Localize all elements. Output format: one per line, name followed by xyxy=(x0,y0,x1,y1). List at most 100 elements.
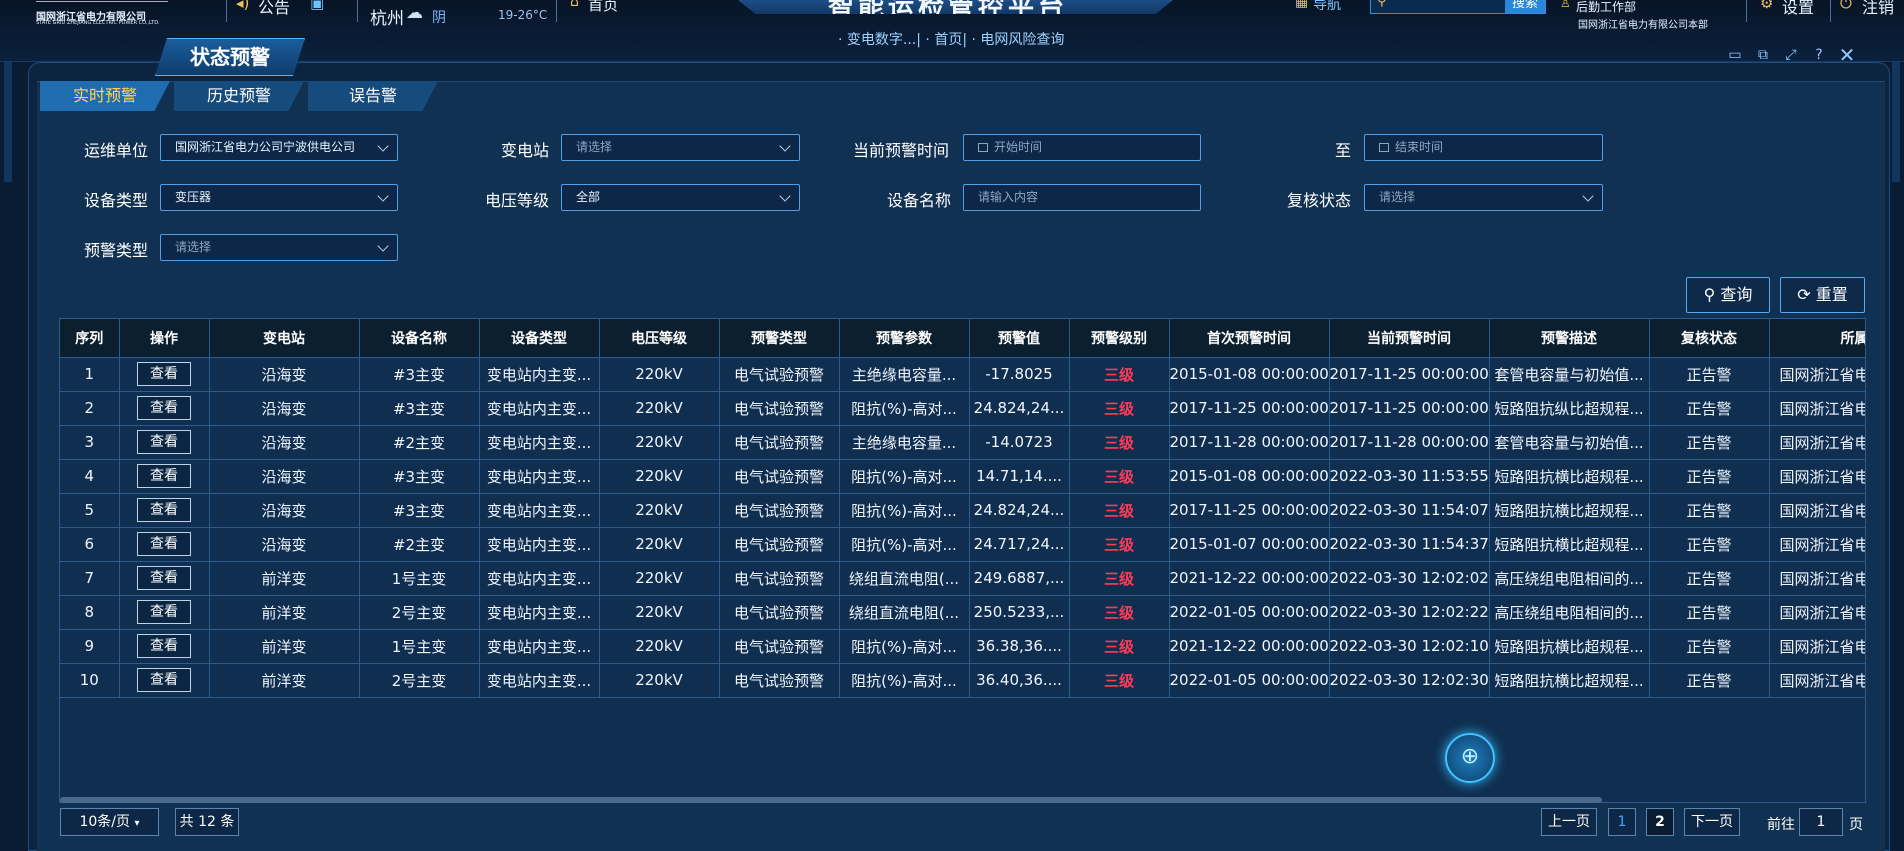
table-cell: 变电站内主变... xyxy=(479,357,600,392)
action-cell: 查看 xyxy=(119,527,210,562)
settings-link[interactable]: 设置 xyxy=(1782,0,1814,18)
home-icon[interactable]: ⌂ xyxy=(570,0,579,10)
table-cell: 主绝缘电容量... xyxy=(839,425,970,460)
unit-select[interactable]: 国网浙江省电力公司宁波供电公司 xyxy=(160,134,398,161)
table-cell: 变电站内主变... xyxy=(479,561,600,596)
view-button[interactable]: 查看 xyxy=(137,464,191,488)
row-index: 4 xyxy=(60,459,120,494)
page-1-button[interactable]: 1 xyxy=(1608,808,1636,836)
close-icon[interactable]: ✕ xyxy=(1837,45,1857,65)
view-button[interactable]: 查看 xyxy=(137,634,191,658)
view-button[interactable]: 查看 xyxy=(137,396,191,420)
alert-level: 三级 xyxy=(1069,425,1170,460)
maximize-icon[interactable]: ⤢ xyxy=(1781,46,1801,64)
table-cell: 220kV xyxy=(599,629,720,664)
table-cell: 变电站内主变... xyxy=(479,425,600,460)
table-cell: -17.8025 xyxy=(969,357,1070,392)
chevron-down-icon xyxy=(377,240,389,252)
prev-page-button[interactable]: 上一页 xyxy=(1541,808,1597,836)
power-icon[interactable]: ⏻ xyxy=(1840,0,1852,12)
table-cell: 2022-03-30 12:02:10 xyxy=(1329,629,1490,664)
start-time-input[interactable]: 开始时间 xyxy=(963,134,1201,161)
alert-level: 三级 xyxy=(1069,561,1170,596)
to-label: 至 xyxy=(1335,141,1352,160)
grid-icon[interactable]: ▦ xyxy=(1295,0,1308,10)
add-float-button[interactable]: ⊕ xyxy=(1445,733,1495,783)
alert-type-select[interactable]: 请选择 xyxy=(160,234,398,261)
chevron-down-icon xyxy=(377,190,389,202)
table-cell: 2022-03-30 12:02:30 xyxy=(1329,663,1490,698)
gear-icon[interactable]: ⚙ xyxy=(1760,0,1773,12)
goto-page-input[interactable]: 1 xyxy=(1799,808,1843,836)
nav-link[interactable]: 导航 xyxy=(1313,0,1341,14)
view-button[interactable]: 查看 xyxy=(137,362,191,386)
chevron-down-icon xyxy=(1582,190,1594,202)
divider xyxy=(1830,0,1831,22)
search-button[interactable]: 搜索 xyxy=(1505,0,1545,13)
alert-level: 三级 xyxy=(1069,527,1170,562)
horizontal-scrollbar[interactable] xyxy=(60,797,1602,803)
view-button[interactable]: 查看 xyxy=(137,566,191,590)
table-cell: 正告警 xyxy=(1649,527,1770,562)
minimize-icon[interactable]: ▭ xyxy=(1725,46,1745,64)
search-icon: ⚲ xyxy=(1703,285,1721,304)
device-name-input[interactable]: 请输入内容 xyxy=(963,184,1201,211)
table-row: 4 查看 沿海变 #3主变 变电站内主变... 220kV 电气试验预警 阻抗(%)-高对..… xyxy=(60,459,1865,494)
substation-select[interactable]: 请选择 xyxy=(561,134,800,161)
view-button[interactable]: 查看 xyxy=(137,600,191,624)
voltage-select[interactable]: 全部 xyxy=(561,184,800,211)
view-button[interactable]: 查看 xyxy=(137,498,191,522)
end-time-input[interactable]: 结束时间 xyxy=(1364,134,1603,161)
speaker-icon[interactable]: ◂) xyxy=(236,0,249,12)
action-cell: 查看 xyxy=(119,459,210,494)
module-title: 状态预警 xyxy=(155,38,305,76)
table-cell: 前洋变 xyxy=(209,595,360,630)
view-button[interactable]: 查看 xyxy=(137,668,191,692)
notice-link[interactable]: 公告 xyxy=(258,0,290,18)
restore-icon[interactable]: ⧉ xyxy=(1753,46,1773,64)
table-cell: 变电站内主变... xyxy=(479,527,600,562)
device-name-label: 设备名称 xyxy=(887,191,952,210)
table-cell: 正告警 xyxy=(1649,493,1770,528)
table-cell: 国网浙江省电 xyxy=(1769,663,1865,698)
alert-table-container[interactable]: 序列 操作 变电站 设备名称 设备类型 电压等级 预警类型 预警参数 预警值 预警级别 首次预警时间… xyxy=(59,318,1866,803)
alert-level: 三级 xyxy=(1069,391,1170,426)
page-2-button[interactable]: 2 xyxy=(1646,808,1674,836)
query-button[interactable]: ⚲ 查询 xyxy=(1686,277,1770,313)
divider xyxy=(357,0,358,22)
alert-level: 三级 xyxy=(1069,595,1170,630)
table-cell: #3主变 xyxy=(359,493,480,528)
image-icon[interactable]: ▣ xyxy=(310,0,324,12)
workbench-link[interactable]: 后勤工作部 xyxy=(1576,0,1636,15)
table-cell: 国网浙江省电 xyxy=(1769,459,1865,494)
table-cell: 国网浙江省电 xyxy=(1769,357,1865,392)
home-link[interactable]: 首页 xyxy=(588,0,618,15)
page-size-select[interactable]: 10条/页 ▾ xyxy=(60,808,159,836)
table-cell: 24.824,24... xyxy=(969,391,1070,426)
table-cell: -14.0723 xyxy=(969,425,1070,460)
table-body: 1 查看 沿海变 #3主变 变电站内主变... 220kV 电气试验预警 主绝缘电容量... -… xyxy=(60,357,1865,698)
substation-label: 变电站 xyxy=(501,141,550,160)
tab-history[interactable]: 历史预警 xyxy=(174,81,304,111)
logout-link[interactable]: 注销 xyxy=(1862,0,1894,18)
review-select[interactable]: 请选择 xyxy=(1364,184,1603,211)
table-cell: 24.824,24... xyxy=(969,493,1070,528)
view-button[interactable]: 查看 xyxy=(137,532,191,556)
table-cell: 2022-03-30 11:54:37 xyxy=(1329,527,1490,562)
table-cell: 阻抗(%)-高对... xyxy=(839,391,970,426)
device-type-select[interactable]: 变压器 xyxy=(160,184,398,211)
row-index: 10 xyxy=(60,663,120,698)
view-button[interactable]: 查看 xyxy=(137,430,191,454)
tab-false-alarm[interactable]: 误告警 xyxy=(308,81,438,111)
search-box[interactable]: ⚲ 搜索 xyxy=(1370,0,1546,14)
divider xyxy=(556,0,557,22)
row-index: 7 xyxy=(60,561,120,596)
table-cell: 阻抗(%)-高对... xyxy=(839,527,970,562)
table-cell: #3主变 xyxy=(359,357,480,392)
table-header-row: 序列 操作 变电站 设备名称 设备类型 电压等级 预警类型 预警参数 预警值 预警级别 首次预警时间… xyxy=(60,319,1865,358)
help-icon[interactable]: ? xyxy=(1809,46,1829,64)
next-page-button[interactable]: 下一页 xyxy=(1684,808,1740,836)
reset-button[interactable]: ⟳ 重置 xyxy=(1780,277,1865,313)
breadcrumb[interactable]: · 变电数字...| · 首页| · 电网风险查询 xyxy=(838,29,1064,49)
tab-realtime[interactable]: 实时预警 xyxy=(40,81,170,111)
